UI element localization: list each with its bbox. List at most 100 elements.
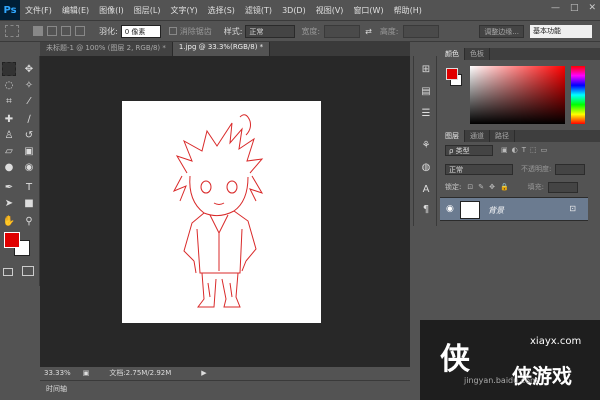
feather-input[interactable]: 0 像素 <box>120 24 161 38</box>
layer-filter-row: ρ 类型 ▣◐T⬚▭ <box>445 144 595 156</box>
menu-window[interactable]: 窗口(W) <box>348 5 388 16</box>
watermark-baidu: jingyan.baidu.com <box>464 376 538 385</box>
menu-edit[interactable]: 编辑(E) <box>57 5 94 16</box>
document-canvas[interactable] <box>122 101 321 323</box>
new-selection-icon[interactable] <box>33 26 43 36</box>
style-select[interactable]: 正常 <box>245 24 296 38</box>
paragraph-panel-icon[interactable]: ¶ <box>419 202 433 216</box>
properties-panel-icon[interactable]: ☰ <box>419 106 433 120</box>
eraser-icon[interactable]: ▱ <box>2 144 16 158</box>
lock-label: 锁定: <box>445 183 462 191</box>
magic-wand-icon[interactable]: ✧ <box>22 78 36 92</box>
color-panel-tabs: 颜色 色板 <box>440 48 600 60</box>
opacity-input[interactable] <box>555 163 586 175</box>
menu-help[interactable]: 帮助(H) <box>389 5 427 16</box>
hue-slider[interactable] <box>571 66 585 124</box>
subtract-selection-icon[interactable] <box>61 26 71 36</box>
hand-tool-icon[interactable]: ✋ <box>2 214 16 228</box>
menu-view[interactable]: 视图(V) <box>311 5 349 16</box>
close-icon[interactable]: ✕ <box>588 3 596 13</box>
clone-stamp-icon[interactable]: ♙ <box>2 128 16 142</box>
lock-icons[interactable]: ⊡✎✥🔒 <box>467 183 513 191</box>
menu-select[interactable]: 选择(S) <box>203 5 240 16</box>
zoom-level[interactable]: 33.33% <box>44 369 71 377</box>
marquee-tool-preset-icon[interactable] <box>5 25 19 37</box>
swap-icon[interactable]: ⇄ <box>365 27 372 36</box>
eyedropper-icon[interactable]: ⁄ <box>22 94 36 108</box>
dodge-tool-icon[interactable]: ◉ <box>22 160 36 174</box>
foreground-color-swatch[interactable] <box>4 232 20 248</box>
status-arrow-icon[interactable]: ▶ <box>201 369 206 377</box>
opacity-label: 不透明度: <box>521 165 552 173</box>
timeline-label[interactable]: 时间轴 <box>46 384 67 394</box>
type-tool-icon[interactable]: T <box>22 180 36 194</box>
menu-filter[interactable]: 滤镜(T) <box>240 5 277 16</box>
options-bar: 羽化: 0 像素 消除锯齿 样式: 正常 宽度: ⇄ 高度: 调整边缘... 基… <box>0 20 600 42</box>
zoom-tool-icon[interactable]: ⚲ <box>22 214 36 228</box>
lock-row: 锁定: ⊡✎✥🔒 填充: <box>445 181 595 193</box>
marquee-tool-icon[interactable] <box>2 62 16 76</box>
visibility-eye-icon[interactable]: ◉ <box>446 204 454 214</box>
feather-label: 羽化: <box>99 26 118 36</box>
blend-row: 正常 不透明度: <box>445 163 595 175</box>
layer-thumbnail <box>460 201 480 219</box>
width-label: 宽度: <box>301 26 321 36</box>
pen-tool-icon[interactable]: ✒ <box>2 180 16 194</box>
quick-mask-icon[interactable] <box>3 268 13 276</box>
height-input[interactable] <box>402 24 439 38</box>
antialias-checkbox[interactable] <box>168 27 177 35</box>
gradient-icon[interactable]: ▣ <box>22 144 36 158</box>
photoshop-window: Ps 文件(F) 编辑(E) 图像(I) 图层(L) 文字(Y) 选择(S) 滤… <box>0 0 600 400</box>
timeline-panel: 时间轴 <box>40 380 410 400</box>
workspace-select[interactable]: 基本功能 <box>530 25 592 38</box>
brush-panel-icon[interactable]: ⚘ <box>419 138 433 152</box>
color-spectrum[interactable] <box>470 66 565 124</box>
fill-input[interactable] <box>548 181 579 193</box>
tab-untitled[interactable]: 未标题-1 @ 100% (图层 2, RGB/8) * <box>40 42 173 56</box>
path-select-icon[interactable]: ➤ <box>2 196 16 210</box>
screen-mode-icon[interactable] <box>22 266 34 276</box>
lasso-tool-icon[interactable]: ◌ <box>2 78 16 92</box>
actions-panel-icon[interactable]: ▤ <box>419 84 433 98</box>
panel-dock-strip: ⊞ ▤ ☰ ⚘ ◍ A ¶ <box>413 56 437 226</box>
tab-color[interactable]: 颜色 <box>440 48 465 60</box>
tab-swatches[interactable]: 色板 <box>465 48 490 60</box>
doc-size: 文档:2.75M/2.92M <box>109 369 172 377</box>
crop-tool-icon[interactable]: ⌗ <box>2 94 16 108</box>
minimize-icon[interactable]: — <box>551 3 560 13</box>
maximize-icon[interactable]: □ <box>570 3 579 13</box>
watermark-url: xiayx.com <box>530 336 582 347</box>
layer-kind-select[interactable]: ρ 类型 <box>445 144 493 156</box>
tab-channels[interactable]: 通道 <box>465 130 490 142</box>
brush-tool-icon[interactable]: ∕ <box>22 112 36 126</box>
tab-1jpg[interactable]: 1.jpg @ 33.3%(RGB/8) * <box>172 42 271 56</box>
tab-layers[interactable]: 图层 <box>440 130 465 142</box>
history-panel-icon[interactable]: ⊞ <box>419 62 433 76</box>
width-input[interactable] <box>324 24 361 38</box>
watermark-logo: 侠 <box>440 342 470 377</box>
menu-file[interactable]: 文件(F) <box>20 5 57 16</box>
document-tabs: 未标题-1 @ 100% (图层 2, RGB/8) * 1.jpg @ 33.… <box>40 42 410 56</box>
blur-tool-icon[interactable]: ● <box>2 160 16 174</box>
blend-mode-select[interactable]: 正常 <box>445 163 513 175</box>
info-icon[interactable]: ▣ <box>83 369 90 377</box>
menu-type[interactable]: 文字(Y) <box>165 5 202 16</box>
panel-fg-swatch[interactable] <box>446 68 458 80</box>
history-brush-icon[interactable]: ↺ <box>22 128 36 142</box>
layer-name[interactable]: 背景 <box>488 205 504 216</box>
clone-source-icon[interactable]: ◍ <box>419 160 433 174</box>
menu-image[interactable]: 图像(I) <box>94 5 129 16</box>
filter-icons[interactable]: ▣◐T⬚▭ <box>501 146 551 154</box>
shape-tool-icon[interactable]: ■ <box>22 196 36 210</box>
layer-row[interactable]: ◉ 背景 ⊡ <box>440 197 588 221</box>
add-selection-icon[interactable] <box>47 26 57 36</box>
healing-brush-icon[interactable]: ✚ <box>2 112 16 126</box>
tab-paths[interactable]: 路径 <box>490 130 515 142</box>
move-tool-icon[interactable]: ✥ <box>22 62 36 76</box>
intersect-selection-icon[interactable] <box>75 26 85 36</box>
character-panel-icon[interactable]: A <box>419 182 433 196</box>
fill-label: 填充: <box>527 183 545 191</box>
menu-layer[interactable]: 图层(L) <box>129 5 166 16</box>
refine-edge-button[interactable]: 调整边缘... <box>479 25 524 38</box>
menu-3d[interactable]: 3D(D) <box>277 6 311 15</box>
